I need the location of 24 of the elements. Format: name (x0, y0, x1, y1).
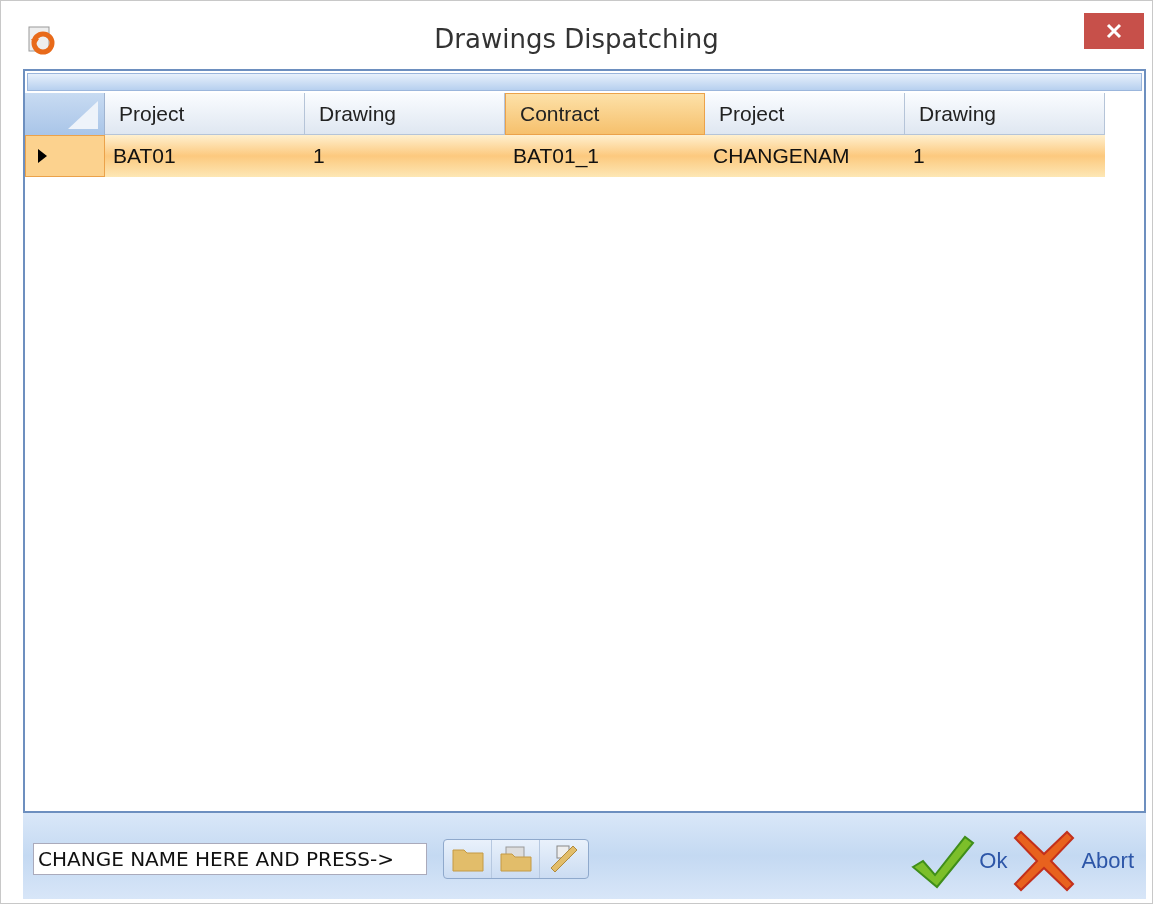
select-all-corner[interactable] (25, 93, 105, 135)
table-cell: BAT01_1 (505, 135, 705, 177)
ruler-icon (549, 844, 579, 874)
close-button[interactable] (1084, 13, 1144, 49)
column-header[interactable]: Contract (505, 93, 705, 135)
table-cell: BAT01 (105, 135, 305, 177)
close-icon (1106, 23, 1122, 39)
column-header[interactable]: Project (105, 93, 305, 135)
triangle-icon (68, 101, 98, 129)
checkmark-icon (909, 833, 976, 889)
folder-documents-icon (499, 846, 532, 872)
table-cell: 1 (305, 135, 505, 177)
abort-button[interactable]: Abort (1009, 828, 1136, 894)
name-input-field[interactable]: CHANGE NAME HERE AND PRESS-> (33, 843, 427, 875)
row-header[interactable] (25, 135, 105, 177)
current-row-icon (38, 149, 47, 163)
column-header[interactable]: Drawing (905, 93, 1105, 135)
column-header[interactable]: Project (705, 93, 905, 135)
table-cell: 1 (905, 135, 1105, 177)
ok-button[interactable]: Ok (907, 833, 1010, 889)
column-header[interactable]: Drawing (305, 93, 505, 135)
table-cell: CHANGENAM (705, 135, 905, 177)
folder-icon (451, 846, 484, 872)
window-title: Drawings Dispatching (434, 24, 719, 54)
